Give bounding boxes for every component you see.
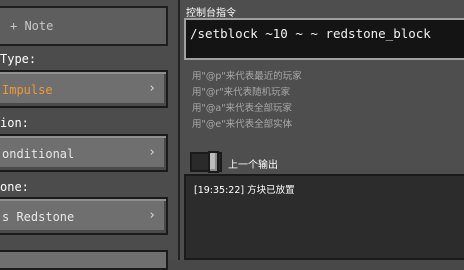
previous-output-toggle[interactable] bbox=[190, 151, 222, 173]
chevron-right-icon: › bbox=[148, 81, 156, 96]
block-type-selector[interactable]: Impulse › bbox=[0, 70, 168, 108]
previous-output-text: [19:35:22] 方块已放置 bbox=[194, 185, 295, 196]
note-field[interactable]: + Note bbox=[0, 6, 168, 46]
block-settings-panel: + Note Type: Impulse › ion: onditional ›… bbox=[0, 0, 178, 270]
redstone-label: one: bbox=[0, 180, 29, 194]
previous-output-label: 上一个输出 bbox=[228, 160, 278, 171]
note-placeholder: + Note bbox=[10, 19, 54, 33]
block-type-value: Impulse bbox=[2, 83, 53, 97]
hint-all-players: 用"@a"来代表全部玩家 bbox=[192, 103, 293, 114]
toggle-knob[interactable] bbox=[208, 151, 219, 173]
chevron-right-icon: › bbox=[148, 208, 156, 223]
command-text: /setblock ~10 ~ ~ redstone_block bbox=[190, 26, 431, 41]
command-title: 控制台指令 bbox=[186, 8, 236, 19]
condition-value: onditional bbox=[2, 147, 75, 161]
hint-random-player: 用"@r"来代表随机玩家 bbox=[192, 87, 291, 98]
chevron-right-icon: › bbox=[148, 145, 156, 160]
redstone-selector[interactable]: s Redstone › bbox=[0, 197, 168, 235]
block-type-label: Type: bbox=[0, 52, 37, 66]
hint-all-entities: 用"@e"来代表全部实体 bbox=[192, 119, 293, 130]
next-selector[interactable] bbox=[0, 250, 168, 270]
condition-label: ion: bbox=[0, 116, 29, 130]
hint-nearest-player: 用"@p"来代表最近的玩家 bbox=[192, 71, 302, 82]
redstone-value: s Redstone bbox=[2, 210, 75, 224]
command-input[interactable]: /setblock ~10 ~ ~ redstone_block bbox=[184, 18, 464, 60]
previous-output-box: [19:35:22] 方块已放置 bbox=[184, 174, 464, 260]
condition-selector[interactable]: onditional › bbox=[0, 134, 168, 172]
